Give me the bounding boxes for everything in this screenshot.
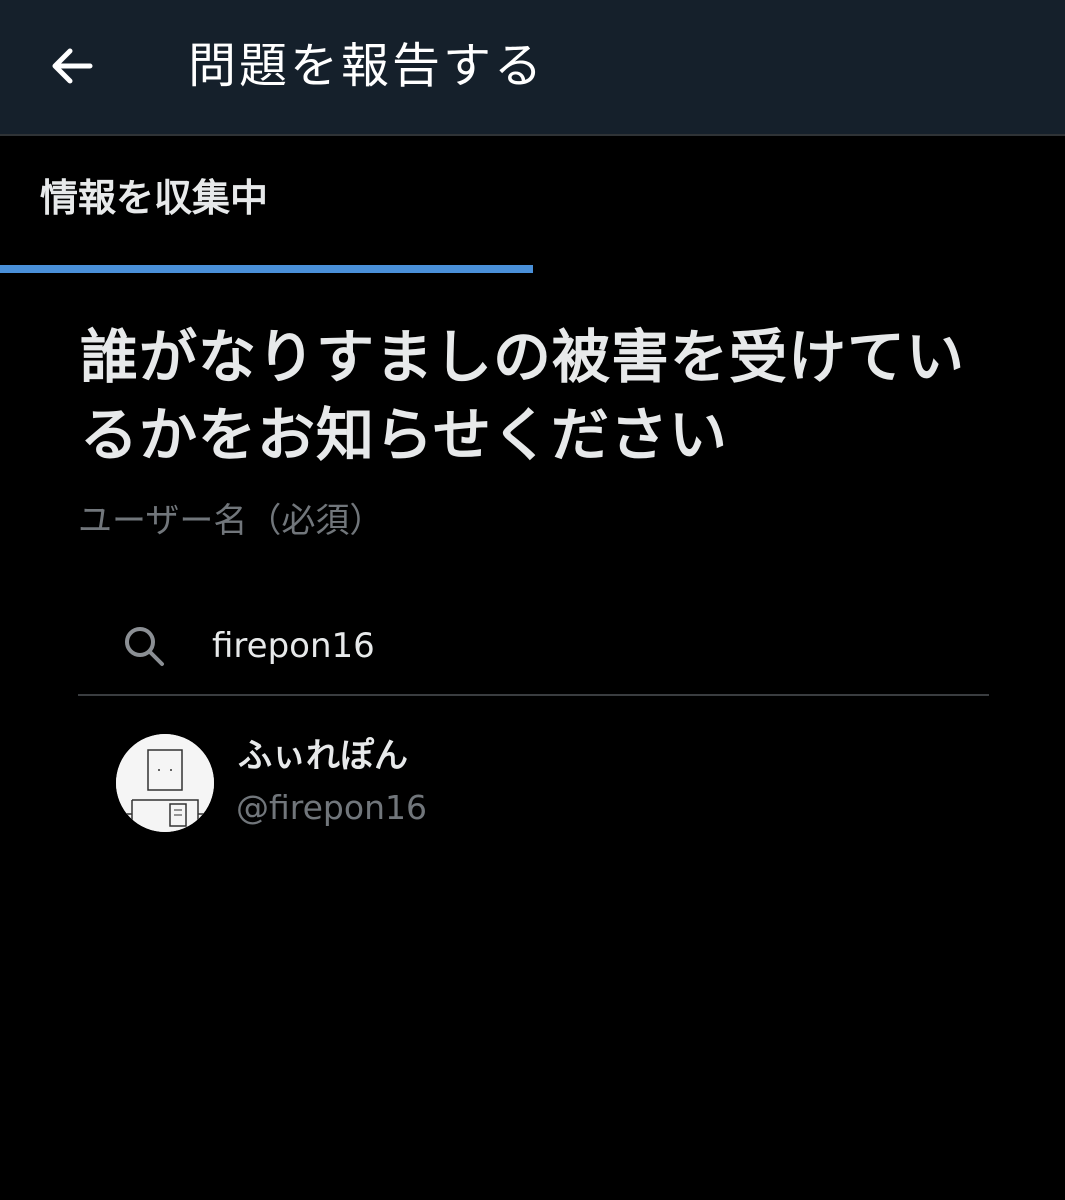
arrow-left-icon bbox=[52, 48, 93, 84]
username-search-input[interactable] bbox=[212, 618, 952, 674]
user-display-name: ふぃれぽん bbox=[238, 736, 408, 776]
page-title: 問題を報告する bbox=[188, 38, 546, 94]
report-page: 問題を報告する 情報を収集中 誰がなりすましの被害を受けているかをお知らせくださ… bbox=[0, 0, 1065, 1200]
user-result-item[interactable]: ふぃれぽん @firepon16 bbox=[78, 722, 989, 846]
search-icon bbox=[125, 627, 164, 666]
avatar bbox=[116, 734, 214, 832]
progress-bar-fill bbox=[0, 265, 533, 273]
step-label: 情報を収集中 bbox=[40, 176, 269, 220]
question-heading: 誰がなりすましの被害を受けているかをお知らせください bbox=[80, 323, 966, 469]
back-button[interactable] bbox=[36, 32, 108, 100]
username-field-label: ユーザー名（必須） bbox=[78, 501, 384, 541]
app-bar: 問題を報告する bbox=[0, 0, 1065, 136]
progress-bar bbox=[0, 265, 1065, 273]
username-search-field bbox=[78, 600, 989, 696]
user-handle: @firepon16 bbox=[236, 788, 427, 827]
robot-sketch-avatar bbox=[116, 734, 214, 832]
